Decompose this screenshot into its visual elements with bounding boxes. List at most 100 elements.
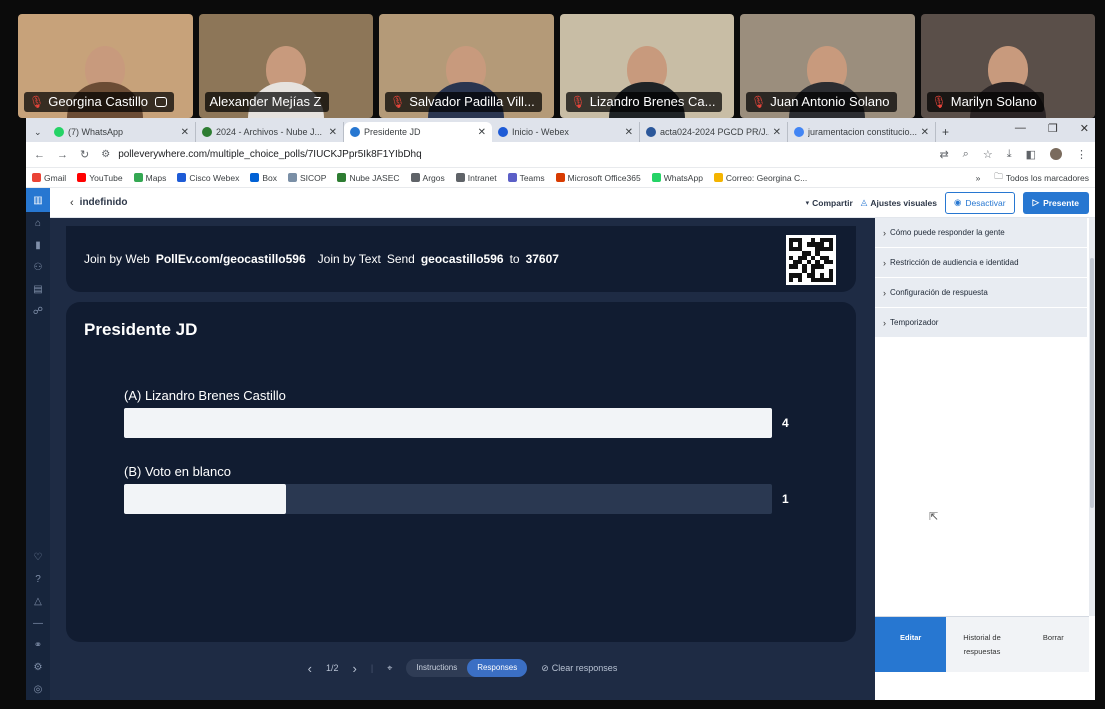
url-text: polleverywhere.com/multiple_choice_polls… (118, 149, 422, 160)
browser-tab[interactable]: Presidente JD ✕ (344, 122, 492, 142)
visual-settings-button[interactable]: ◬ Ajustes visuales (861, 197, 937, 208)
bookmark-favicon-icon (507, 173, 517, 182)
close-tab-icon[interactable]: ✕ (625, 127, 633, 138)
settings-section[interactable]: › Cómo puede responder la gente (875, 218, 1087, 248)
folder-icon: 🗀 (994, 170, 1003, 181)
delete-button[interactable]: Borrar (1017, 617, 1089, 672)
close-tab-icon[interactable]: ✕ (773, 127, 781, 138)
back-chevron-icon[interactable]: ‹ (70, 197, 74, 209)
clear-responses-button[interactable]: ⊘ Clear responses (541, 663, 617, 674)
bookmark-item[interactable]: Gmail (32, 173, 66, 183)
browser-tab[interactable]: 2024 - Archivos - Nube J... ✕ (196, 122, 344, 142)
groups-icon[interactable]: ☍ (26, 300, 50, 322)
bookmark-item[interactable]: Cisco Webex (177, 173, 239, 183)
present-button[interactable]: ▷ Presente (1022, 191, 1089, 214)
settings-section[interactable]: › Temporizador (875, 308, 1087, 338)
settings-panel: › Cómo puede responder la gente › Restricci… (875, 218, 1095, 700)
reports-icon[interactable]: ▮ (26, 234, 50, 256)
close-tab-icon[interactable]: ✕ (478, 127, 486, 138)
participant-tile[interactable]: 🎙︎ Georgina Castillo (18, 14, 193, 118)
bookmark-item[interactable]: Teams (507, 173, 545, 183)
bookmark-item[interactable]: Box (250, 173, 277, 183)
profile-avatar[interactable] (1050, 148, 1062, 160)
option-label: (A) Lizandro Brenes Castillo (124, 388, 286, 403)
home-icon[interactable]: ⌂ (26, 212, 50, 234)
bookmark-item[interactable]: SICOP (287, 173, 326, 183)
browser-tab[interactable]: (7) WhatsApp ✕ (48, 122, 196, 142)
new-tab-button[interactable]: + (936, 122, 955, 142)
bookmark-favicon-icon (77, 173, 87, 182)
option-count: 4 (782, 416, 789, 430)
download-icon[interactable]: ⤓ (1007, 148, 1012, 161)
edit-button[interactable]: Editar (875, 617, 947, 672)
integrations-icon[interactable]: ⚭ (26, 634, 50, 656)
share-button[interactable]: ▾ Compartir (806, 198, 853, 208)
bookmark-item[interactable]: Nube JASEC (337, 173, 400, 183)
settings-icon[interactable]: ⚙ (26, 656, 50, 678)
help-icon[interactable]: ? (26, 568, 50, 590)
panel-scrollbar[interactable] (1089, 218, 1095, 616)
qr-code (786, 235, 836, 285)
participant-name-tag: 🎙︎ Salvador Padilla Vill... (385, 92, 542, 112)
close-tab-icon[interactable]: ✕ (921, 127, 929, 138)
bookmark-item[interactable]: WhatsApp (651, 173, 703, 183)
site-settings-icon[interactable]: ⚙ (101, 149, 110, 160)
status-badge-icon (154, 97, 167, 107)
activities-icon[interactable]: ▥ (26, 188, 50, 212)
option-label: (B) Voto en blanco (124, 464, 231, 479)
bookmark-item[interactable]: Maps (133, 173, 166, 183)
bookmark-favicon-icon (410, 173, 420, 182)
address-actions: ⇄ ⌕ ☆ ⤓ ◧ ⋮ (939, 148, 1087, 161)
forward-arrow-icon[interactable]: → (57, 149, 68, 161)
minimize-icon[interactable]: — (1015, 122, 1026, 135)
pin-icon[interactable]: ⌖ (387, 663, 392, 674)
reload-icon[interactable]: ↻ (80, 148, 89, 161)
bookmark-item[interactable]: Argos (410, 173, 445, 183)
star-icon[interactable]: ☆ (983, 148, 993, 161)
participant-name-tag: 🎙︎ Juan Antonio Solano (746, 92, 897, 112)
prev-slide-icon[interactable]: ‹ (308, 661, 312, 676)
maximize-icon[interactable]: ❐ (1048, 122, 1058, 135)
translate-icon[interactable]: ⇄ (939, 148, 948, 161)
sidebar-icon[interactable]: ◧ (1026, 148, 1036, 161)
account-icon[interactable]: ◎ (26, 678, 50, 700)
browser-tab[interactable]: acta024-2024 PGCD PR/J... ✕ (640, 122, 788, 142)
participant-tile[interactable]: Alexander Mejías Z (198, 14, 373, 118)
bookmark-item[interactable]: Intranet (455, 173, 497, 183)
deactivate-button[interactable]: ◉ Desactivar (944, 191, 1015, 214)
notifications-icon[interactable]: △ (26, 590, 50, 612)
participant-tile[interactable]: 🎙︎ Juan Antonio Solano (740, 14, 915, 118)
close-tab-icon[interactable]: ✕ (181, 127, 189, 138)
join-code: geocastillo596 (420, 252, 504, 266)
bookmark-item[interactable]: Correo: Georgina C... (713, 173, 807, 183)
response-history-button[interactable]: Historial de respuestas (946, 617, 1018, 672)
close-tab-icon[interactable]: ✕ (329, 127, 337, 138)
bookmark-favicon-icon (177, 173, 187, 182)
templates-icon[interactable]: ▤ (26, 278, 50, 300)
slide-counter: 1/2 (326, 663, 339, 673)
upgrade-icon[interactable]: ♡ (26, 546, 50, 568)
close-icon[interactable]: ✕ (1080, 122, 1089, 135)
participants-icon[interactable]: ⚇ (26, 256, 50, 278)
zoom-icon[interactable]: ⌕ (963, 148, 969, 161)
participant-name-tag: 🎙︎ Georgina Castillo (24, 92, 174, 112)
bookmark-item[interactable]: YouTube (77, 173, 123, 183)
instructions-toggle[interactable]: Instructions (406, 659, 467, 677)
url-field[interactable]: ⚙ polleverywhere.com/multiple_choice_pol… (101, 146, 927, 164)
all-bookmarks-button[interactable]: 🗀 Todos los marcadores (994, 171, 1089, 185)
menu-icon[interactable]: ⋮ (1076, 148, 1087, 161)
responses-toggle[interactable]: Responses (467, 659, 528, 677)
browser-tab[interactable]: Inicio - Webex ✕ (492, 122, 640, 142)
participant-tile[interactable]: 🎙︎ Salvador Padilla Vill... (379, 14, 554, 118)
tab-search-chevron-icon[interactable]: ⌄ (30, 122, 48, 142)
bookmark-favicon-icon (32, 173, 41, 182)
back-arrow-icon[interactable]: ← (34, 149, 45, 161)
next-slide-icon[interactable]: › (353, 661, 357, 676)
bookmark-item[interactable]: Microsoft Office365 (555, 173, 641, 183)
participant-tile[interactable]: 🎙︎ Lizandro Brenes Ca... (559, 14, 734, 118)
settings-section[interactable]: › Restricción de audiencia e identidad (875, 248, 1087, 278)
settings-section[interactable]: › Configuración de respuesta (875, 278, 1087, 308)
participant-tile[interactable]: 🎙︎ Marilyn Solano (920, 14, 1095, 118)
browser-tab[interactable]: juramentacion constitucio... ✕ (788, 122, 936, 142)
more-bookmarks-button[interactable]: » (976, 173, 981, 183)
